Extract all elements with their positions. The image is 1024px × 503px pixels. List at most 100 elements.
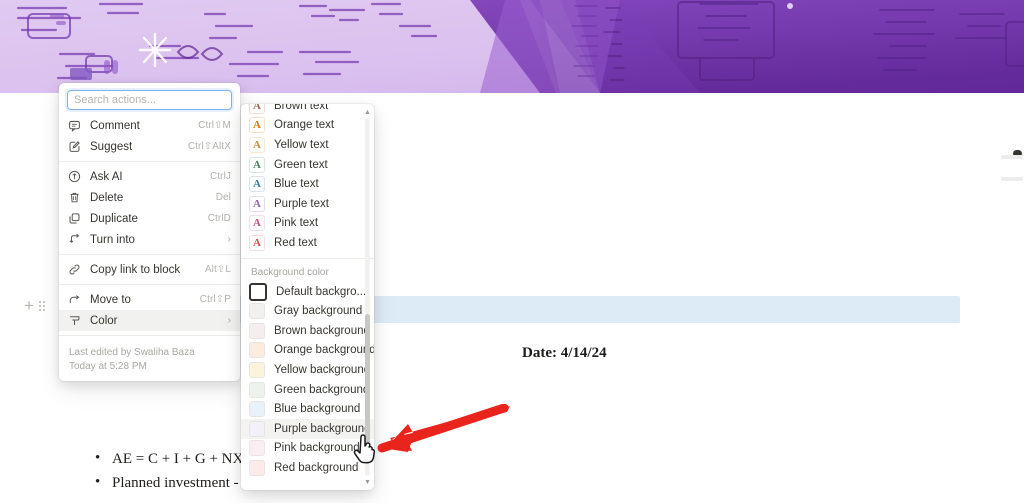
bg-option-green[interactable]: Green background (241, 380, 374, 400)
color-submenu[interactable]: A Brown text A Orange text A Yellow text… (241, 104, 374, 490)
scrollbar-thumb[interactable] (365, 314, 370, 464)
color-option-label: Green background (274, 383, 370, 396)
text-color-swatch-icon: A (249, 117, 265, 134)
menu-item-comment[interactable]: Comment Ctrl⇧M (59, 115, 240, 136)
app-screenshot: + C ment Date: 4/14/24 l GDP AE = C + I … (0, 0, 1024, 503)
menu-divider (59, 254, 240, 255)
last-edited-by: Last edited by Swaliha Baza (69, 347, 195, 358)
drag-handle-icon[interactable] (38, 300, 45, 311)
bg-color-swatch-icon (249, 282, 267, 301)
menu-item-shortcut: Del (215, 192, 231, 203)
color-option-blue-text[interactable]: A Blue text (241, 174, 374, 194)
comment-icon (68, 119, 81, 132)
color-option-label: Pink text (274, 217, 319, 230)
menu-divider (59, 335, 240, 336)
bg-color-swatch-icon (249, 381, 265, 398)
bg-option-blue[interactable]: Blue background (241, 399, 374, 419)
trash-icon (68, 191, 81, 204)
bg-option-brown[interactable]: Brown background (241, 321, 374, 341)
menu-item-label: Delete (90, 191, 124, 204)
duplicate-icon (68, 212, 81, 225)
bg-color-swatch-icon (249, 303, 265, 320)
chevron-right-icon: › (227, 233, 231, 245)
link-icon (68, 263, 81, 276)
color-submenu-scrollbar[interactable]: ▲ ▼ (363, 104, 373, 490)
bg-color-swatch-icon (249, 361, 265, 378)
text-color-swatch-icon: A (249, 104, 265, 114)
bg-option-purple[interactable]: Purple background (241, 418, 374, 439)
move-to-icon (68, 293, 81, 306)
bg-option-default[interactable]: Default backgro... ✓ (241, 282, 374, 302)
block-gutter-controls[interactable]: + (24, 297, 45, 314)
color-option-green-text[interactable]: A Green text (241, 155, 374, 175)
color-option-red-text[interactable]: A Red text (241, 233, 374, 253)
color-option-label: Brown text (274, 104, 329, 112)
chevron-right-icon: › (227, 314, 231, 326)
bg-option-red[interactable]: Red background (241, 458, 374, 478)
sidebar-placeholder-line (1001, 155, 1023, 159)
menu-item-copy-link-to-block[interactable]: Copy link to block Alt⇧L (59, 259, 240, 280)
background-color-section-label: Background color (251, 266, 329, 278)
sidebar-placeholder-line (1001, 177, 1023, 181)
bg-color-swatch-icon (249, 342, 265, 359)
menu-divider (59, 284, 240, 285)
text-color-swatch-icon: A (249, 215, 265, 232)
color-option-orange-text[interactable]: A Orange text (241, 116, 374, 136)
search-input[interactable] (67, 90, 232, 110)
color-option-label: Blue background (274, 403, 361, 416)
bullet-item: AE = C + I + G + NX (95, 450, 243, 468)
add-block-icon[interactable]: + (24, 297, 34, 314)
color-option-label: Blue text (274, 178, 319, 191)
menu-item-suggest[interactable]: Suggest Ctrl⇧AltX (59, 136, 240, 157)
bg-option-yellow[interactable]: Yellow background (241, 360, 374, 380)
color-option-label: Yellow background (274, 363, 371, 376)
menu-footer: Last edited by Swaliha Baza Today at 5:2… (59, 340, 240, 377)
menu-item-label: Copy link to block (90, 263, 181, 276)
color-option-label: Pink background (274, 442, 360, 455)
color-option-purple-text[interactable]: A Purple text (241, 194, 374, 214)
menu-item-label: Duplicate (90, 212, 138, 225)
turn-into-icon (68, 233, 81, 246)
bg-option-orange[interactable]: Orange background (241, 341, 374, 361)
bg-option-gray[interactable]: Gray background (241, 301, 374, 321)
menu-item-shortcut: Ctrl⇧M (198, 120, 231, 131)
scroll-up-arrow-icon[interactable]: ▲ (364, 108, 372, 116)
block-context-menu[interactable]: Comment Ctrl⇧M Suggest Ctrl⇧AltX (59, 83, 240, 381)
text-color-swatch-icon: A (249, 136, 265, 153)
color-option-label: Purple background (274, 422, 371, 435)
bg-color-swatch-icon (249, 440, 265, 457)
last-edited-time: Today at 5:28 PM (69, 361, 147, 372)
scroll-down-arrow-icon[interactable]: ▼ (364, 478, 372, 486)
menu-item-label: Ask AI (90, 170, 123, 183)
menu-item-turn-into[interactable]: Turn into › (59, 229, 240, 250)
color-option-brown-text[interactable]: A Brown text (241, 104, 374, 116)
menu-item-label: Suggest (90, 140, 133, 153)
color-option-label: Orange text (274, 119, 335, 132)
menu-item-shortcut: Alt⇧L (204, 264, 231, 275)
menu-item-color[interactable]: Color › (59, 310, 240, 331)
color-option-label: Red background (274, 461, 359, 474)
menu-item-shortcut: Ctrl⇧AltX (187, 141, 231, 152)
bg-option-pink[interactable]: Pink background (241, 439, 374, 459)
color-icon (68, 314, 81, 327)
color-submenu-scroll-content: A Brown text A Orange text A Yellow text… (241, 104, 374, 478)
bg-color-swatch-icon (249, 459, 265, 476)
menu-item-ask-ai[interactable]: Ask AI CtrlJ (59, 166, 240, 187)
color-option-pink-text[interactable]: A Pink text (241, 214, 374, 234)
menu-item-duplicate[interactable]: Duplicate CtrlD (59, 208, 240, 229)
color-option-label: Gray background (274, 305, 363, 318)
color-option-label: Red text (274, 236, 317, 249)
page-scrollbar[interactable] (1013, 100, 1022, 500)
color-option-label: Purple text (274, 197, 329, 210)
color-option-label: Green text (274, 158, 328, 171)
menu-item-move-to[interactable]: Move to Ctrl⇧P (59, 289, 240, 310)
color-option-label: Brown background (274, 324, 370, 337)
menu-item-delete[interactable]: Delete Del (59, 187, 240, 208)
menu-item-label: Move to (90, 293, 131, 306)
menu-item-label: Color (90, 314, 118, 327)
text-color-swatch-icon: A (249, 195, 265, 212)
menu-search-wrapper (59, 83, 240, 115)
color-option-label: Orange background (274, 344, 374, 357)
color-option-yellow-text[interactable]: A Yellow text (241, 135, 374, 155)
menu-item-label: Comment (90, 119, 140, 132)
